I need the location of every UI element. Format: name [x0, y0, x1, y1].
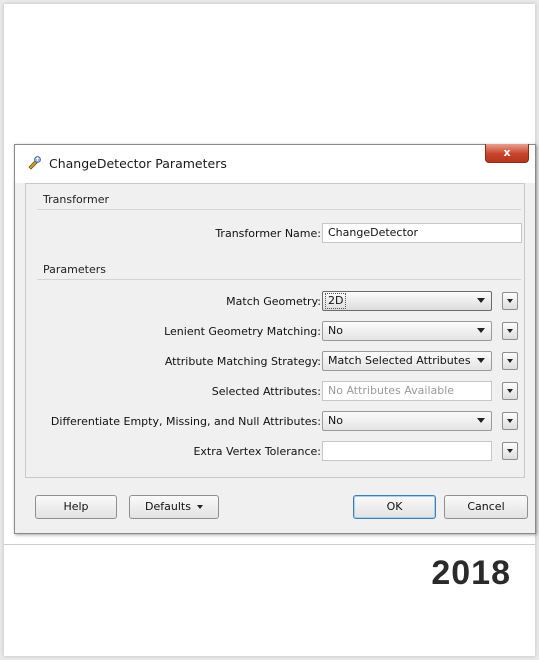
page-background: ChangeDetector Parameters x Transformer … — [4, 4, 536, 656]
chevron-down-icon — [507, 359, 513, 363]
selected-attributes-input[interactable]: No Attributes Available — [322, 381, 492, 401]
defaults-button[interactable]: Defaults — [129, 495, 219, 519]
match-geometry-label: Match Geometry: — [226, 295, 321, 308]
differentiate-null-menu-button[interactable] — [502, 412, 518, 430]
attribute-matching-menu-button[interactable] — [502, 352, 518, 370]
differentiate-null-value: No — [328, 414, 343, 427]
extra-vertex-tolerance-label: Extra Vertex Tolerance: — [193, 445, 321, 458]
extra-vertex-tolerance-input[interactable] — [322, 441, 492, 461]
section-divider — [37, 279, 521, 280]
defaults-button-label: Defaults — [145, 500, 191, 513]
selected-attributes-menu-button[interactable] — [502, 382, 518, 400]
close-button[interactable]: x — [485, 144, 529, 163]
differentiate-null-select[interactable]: No — [322, 411, 492, 431]
chevron-down-icon — [507, 419, 513, 423]
parameters-dialog: ChangeDetector Parameters x Transformer … — [14, 144, 536, 534]
dialog-title: ChangeDetector Parameters — [49, 156, 227, 171]
attribute-matching-label: Attribute Matching Strategy: — [164, 355, 321, 368]
chevron-down-icon — [477, 298, 485, 303]
lenient-geometry-value: No — [328, 324, 343, 337]
cancel-button-label: Cancel — [467, 500, 505, 513]
transformer-section-heading: Transformer — [43, 193, 110, 206]
help-button[interactable]: Help — [35, 495, 117, 519]
year-caption: 2018 — [431, 554, 511, 592]
chevron-down-icon — [507, 449, 513, 453]
chevron-down-icon — [507, 329, 513, 333]
match-geometry-value: 2D — [324, 293, 347, 309]
chevron-down-icon — [477, 328, 485, 333]
transformer-name-input[interactable]: ChangeDetector — [322, 223, 522, 243]
parameters-section-heading: Parameters — [43, 263, 106, 276]
cancel-button[interactable]: Cancel — [444, 495, 528, 519]
close-icon: x — [503, 146, 511, 159]
transformer-name-value: ChangeDetector — [328, 226, 419, 239]
help-button-label: Help — [63, 500, 89, 513]
transformer-name-label: Transformer Name: — [215, 227, 321, 240]
selected-attributes-label: Selected Attributes: — [211, 385, 321, 398]
dialog-titlebar: ChangeDetector Parameters x — [15, 144, 535, 183]
match-geometry-select[interactable]: 2D — [322, 291, 492, 311]
chevron-down-icon — [507, 389, 513, 393]
ok-button[interactable]: OK — [353, 495, 436, 519]
differentiate-null-label: Differentiate Empty, Missing, and Null A… — [50, 415, 321, 428]
attribute-matching-value: Match Selected Attributes — [328, 354, 471, 367]
attribute-matching-select[interactable]: Match Selected Attributes — [322, 351, 492, 371]
lenient-geometry-select[interactable]: No — [322, 321, 492, 341]
match-geometry-menu-button[interactable] — [502, 292, 518, 310]
chevron-down-icon — [477, 358, 485, 363]
lenient-geometry-label: Lenient Geometry Matching: — [164, 325, 321, 338]
transformer-icon — [28, 156, 41, 170]
chevron-down-icon — [507, 299, 513, 303]
caption-divider — [4, 544, 535, 545]
lenient-geometry-menu-button[interactable] — [502, 322, 518, 340]
ok-button-label: OK — [386, 500, 403, 513]
section-divider — [37, 209, 521, 210]
selected-attributes-value: No Attributes Available — [328, 384, 455, 397]
chevron-down-icon — [477, 418, 485, 423]
extra-vertex-tolerance-menu-button[interactable] — [502, 442, 518, 460]
chevron-down-icon — [196, 505, 203, 509]
